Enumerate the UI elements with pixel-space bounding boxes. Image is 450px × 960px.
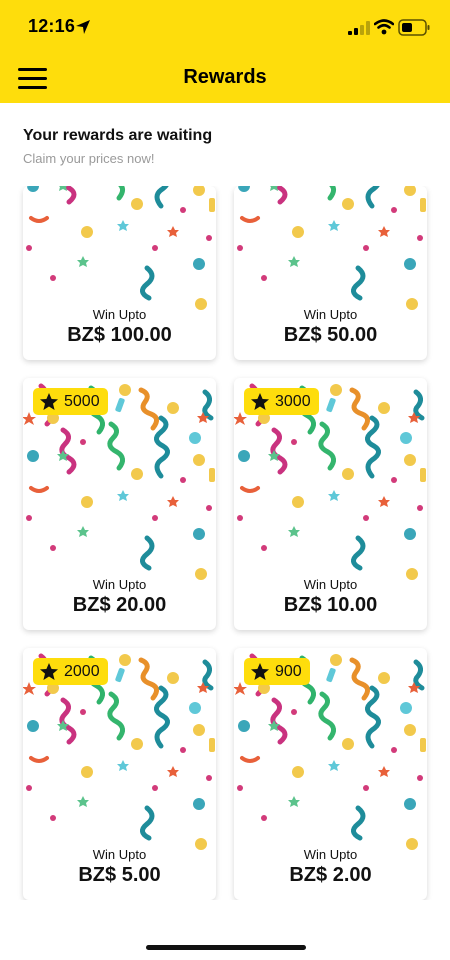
- points-badge: 2000: [33, 658, 108, 685]
- win-label: Win Upto: [92, 847, 147, 862]
- win-label: Win Upto: [92, 577, 147, 592]
- reward-card[interactable]: 5000 Win Upto BZ$ 20.00: [23, 378, 216, 630]
- win-label: Win Upto: [303, 307, 358, 322]
- win-label: Win Upto: [303, 577, 358, 592]
- rewards-grid: Win Upto BZ$ 100.00 Win Upto BZ$ 50.00 5…: [0, 186, 450, 900]
- win-label: Win Upto: [303, 847, 358, 862]
- confetti-image: [234, 186, 427, 323]
- wifi-icon: [374, 19, 394, 35]
- home-indicator[interactable]: [146, 945, 306, 950]
- points-value: 5000: [64, 392, 100, 410]
- star-icon: [251, 663, 269, 680]
- win-label: Win Upto: [92, 307, 147, 322]
- reward-amount: BZ$ 5.00: [78, 864, 161, 886]
- page-title: Rewards: [183, 66, 267, 88]
- star-icon: [251, 393, 269, 410]
- reward-card[interactable]: 900 Win Upto BZ$ 2.00: [234, 648, 427, 900]
- points-badge: 3000: [244, 388, 319, 415]
- reward-amount: BZ$ 20.00: [72, 594, 167, 616]
- reward-amount: BZ$ 10.00: [283, 594, 378, 616]
- reward-card[interactable]: Win Upto BZ$ 100.00: [23, 186, 216, 360]
- reward-amount: BZ$ 2.00: [289, 864, 372, 886]
- confetti-image: [23, 186, 216, 323]
- reward-card[interactable]: 2000 Win Upto BZ$ 5.00: [23, 648, 216, 900]
- reward-amount: BZ$ 50.00: [283, 324, 378, 346]
- section-subtitle: Claim your prices now!: [23, 151, 155, 166]
- location-arrow-icon: [76, 20, 90, 34]
- reward-card[interactable]: 3000 Win Upto BZ$ 10.00: [234, 378, 427, 630]
- reward-amount: BZ$ 100.00: [67, 324, 172, 346]
- section-title: Your rewards are waiting: [23, 127, 213, 144]
- star-icon: [40, 663, 58, 680]
- points-badge: 5000: [33, 388, 108, 415]
- app-header: 12:16 Rewards: [0, 0, 450, 103]
- points-value: 900: [275, 662, 302, 680]
- star-icon: [40, 393, 58, 410]
- points-value: 3000: [275, 392, 311, 410]
- points-badge: 900: [244, 658, 310, 685]
- reward-card[interactable]: Win Upto BZ$ 50.00: [234, 186, 427, 360]
- status-bar: 12:16: [0, 0, 450, 56]
- points-value: 2000: [64, 662, 100, 680]
- status-time: 12:16: [28, 16, 76, 36]
- battery-icon: [398, 19, 430, 36]
- cellular-signal-icon: [348, 21, 370, 35]
